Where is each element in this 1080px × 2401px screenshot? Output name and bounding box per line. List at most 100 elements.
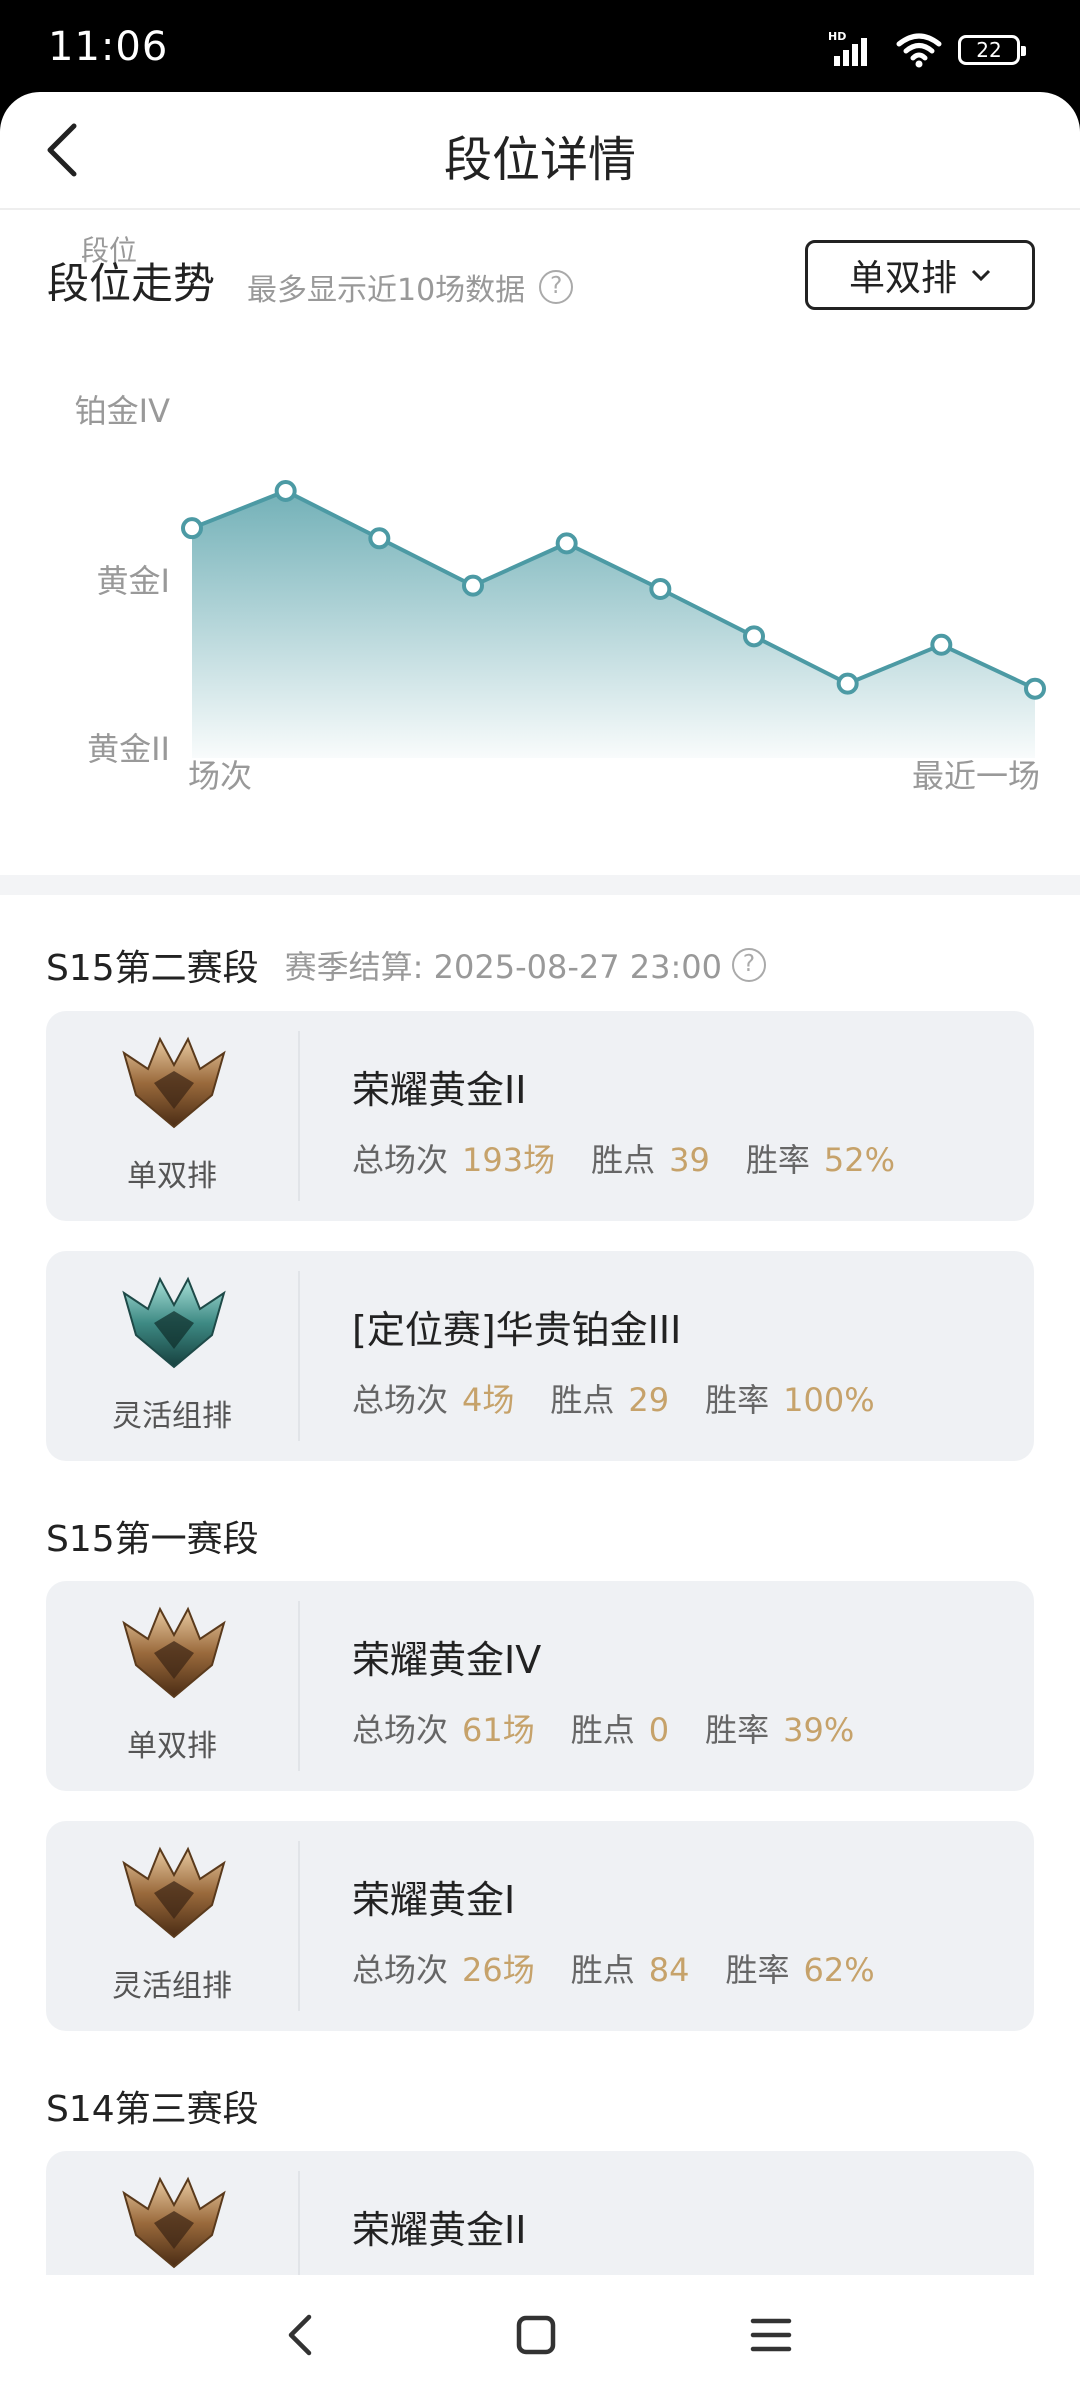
- rank-name: [定位赛]华贵铂金III: [352, 1308, 682, 1352]
- gold-emblem-icon: [122, 2176, 226, 2269]
- winrate-value: 39%: [783, 1711, 855, 1749]
- points-value: 84: [648, 1951, 690, 1989]
- trend-point-6[interactable]: [649, 578, 672, 600]
- rank-name: 荣耀黄金II: [352, 2208, 527, 2252]
- winrate-label: 胜率: [745, 1141, 810, 1179]
- games-label: 总场次: [352, 1381, 449, 1419]
- y-tick-label: 黄金II: [87, 730, 170, 768]
- trend-point-9[interactable]: [930, 633, 953, 656]
- trend-hint: 最多显示近10场数据 ?: [247, 265, 574, 309]
- gold-emblem-icon: [122, 1846, 226, 1939]
- trend-title: 段位走势: [47, 259, 216, 308]
- platinum-emblem-icon: [122, 1276, 226, 1369]
- points-label: 胜点: [570, 1951, 635, 1989]
- y-tick-label: 铂金IV: [75, 392, 170, 430]
- system-nav-bar: [0, 2275, 1080, 2401]
- points-label: 胜点: [570, 1711, 635, 1749]
- rank-stats: 总场次 61场 胜点 0 胜率 39%: [352, 1705, 854, 1751]
- rank-name: 荣耀黄金II: [352, 1068, 527, 1112]
- trend-point-2[interactable]: [274, 479, 297, 502]
- games-label: 总场次: [352, 1711, 449, 1749]
- points-value: 0: [648, 1711, 670, 1749]
- nav-menu-icon[interactable]: [741, 2305, 801, 2365]
- help-icon[interactable]: ?: [539, 270, 574, 304]
- rank-card[interactable]: 灵活组排 [定位赛]华贵铂金III 总场次 4场 胜点 29 胜率 100%: [46, 1251, 1034, 1461]
- season-title: S15第二赛段: [46, 948, 259, 989]
- rank-detail-page: 段位详情 段位 铂金IV 黄金I 黄金II 场次 最近一场 段位走势 最多显示近…: [0, 92, 1080, 2275]
- emblem-column: 单双排: [46, 1031, 300, 1201]
- season-header: S15第一赛段: [46, 1491, 1034, 1581]
- trend-point-5[interactable]: [555, 532, 578, 555]
- rank-stats: 总场次 193场 胜点 39 胜率 52%: [352, 1135, 895, 1181]
- queue-label: 灵活组排: [112, 1969, 232, 2004]
- help-icon[interactable]: ?: [732, 948, 766, 982]
- games-value: 26场: [462, 1951, 535, 1989]
- points-value: 39: [669, 1141, 710, 1179]
- y-tick-label: 黄金I: [97, 562, 170, 600]
- rank-card[interactable]: 单双排 荣耀黄金II 总场次 193场 胜点 39 胜率 52%: [46, 1011, 1034, 1221]
- queue-label: 单双排: [127, 1159, 217, 1194]
- season-title: S15第一赛段: [46, 1519, 259, 1560]
- queue-label: 单双排: [127, 1729, 217, 1764]
- games-value: 4场: [462, 1381, 515, 1419]
- emblem-column: 灵活组排: [46, 1271, 300, 1441]
- winrate-label: 胜率: [725, 1951, 790, 1989]
- queue-label: 灵活组排: [112, 1399, 232, 1434]
- status-bar: 11:06 HD 22: [0, 0, 1080, 92]
- rank-card[interactable]: 灵活组排 荣耀黄金I 总场次 26场 胜点 84 胜率 62%: [46, 1821, 1034, 2031]
- nav-home-icon[interactable]: [506, 2305, 566, 2365]
- gold-emblem-icon: [122, 1036, 226, 1129]
- trend-point-7[interactable]: [743, 625, 765, 648]
- signal-icon: HD: [828, 30, 880, 70]
- status-time: 11:06: [48, 24, 169, 70]
- rank-card[interactable]: 荣耀黄金II: [46, 2151, 1034, 2275]
- wifi-icon: [896, 33, 942, 68]
- rank-name: 荣耀黄金I: [352, 1878, 516, 1922]
- rank-card[interactable]: 单双排 荣耀黄金IV 总场次 61场 胜点 0 胜率 39%: [46, 1581, 1034, 1791]
- queue-mode-dropdown[interactable]: 单双排: [805, 240, 1035, 310]
- winrate-label: 胜率: [705, 1711, 770, 1749]
- points-label: 胜点: [550, 1381, 615, 1419]
- page-title: 段位详情: [443, 132, 636, 188]
- gold-emblem-icon: [122, 1606, 226, 1699]
- trend-point-4[interactable]: [462, 574, 484, 597]
- battery-icon: 22: [958, 35, 1026, 65]
- games-value: 193场: [462, 1141, 556, 1179]
- trend-point-10[interactable]: [1024, 677, 1046, 700]
- rank-stats: 总场次 26场 胜点 84 胜率 62%: [352, 1945, 875, 1991]
- season-header: S14第三赛段: [46, 2061, 1034, 2151]
- games-label: 总场次: [352, 1141, 449, 1179]
- x-axis-start-label: 场次: [188, 757, 252, 795]
- winrate-value: 100%: [783, 1381, 875, 1419]
- chevron-down-icon: [971, 269, 991, 282]
- points-value: 29: [628, 1381, 670, 1419]
- winrate-label: 胜率: [705, 1381, 770, 1419]
- x-axis-end-label: 最近一场: [912, 757, 1040, 795]
- app-header: 段位详情: [0, 92, 1080, 210]
- season-settle: 赛季结算: 2025-08-27 23:00 ?: [285, 942, 766, 988]
- emblem-column: [46, 2171, 300, 2275]
- queue-mode-label: 单双排: [848, 258, 957, 299]
- games-label: 总场次: [352, 1951, 449, 1989]
- nav-back-icon[interactable]: [271, 2305, 331, 2365]
- trend-hint-text: 最多显示近10场数据: [247, 273, 526, 308]
- rank-stats: 总场次 4场 胜点 29 胜率 100%: [352, 1375, 875, 1421]
- winrate-value: 52%: [823, 1141, 895, 1179]
- emblem-column: 单双排: [46, 1601, 300, 1771]
- games-value: 61场: [462, 1711, 535, 1749]
- season-header: S15第二赛段 赛季结算: 2025-08-27 23:00 ?: [46, 895, 1034, 1011]
- season-list: S15第二赛段 赛季结算: 2025-08-27 23:00 ? 单双排 荣耀黄…: [0, 895, 1080, 2275]
- season-title: S14第三赛段: [46, 2089, 259, 2130]
- trend-point-1[interactable]: [181, 517, 203, 540]
- rank-trend-section: 段位 铂金IV 黄金I 黄金II 场次 最近一场 段位走势 最多显示近10场数据…: [0, 210, 1080, 875]
- emblem-column: 灵活组排: [46, 1841, 300, 2011]
- section-divider: [0, 875, 1080, 895]
- trend-area: [192, 490, 1035, 758]
- winrate-value: 62%: [803, 1951, 875, 1989]
- trend-point-8[interactable]: [836, 672, 859, 695]
- status-icons: HD 22: [828, 30, 1026, 70]
- season-settle-text: 赛季结算: 2025-08-27 23:00: [284, 948, 722, 986]
- trend-point-3[interactable]: [368, 527, 391, 550]
- rank-name: 荣耀黄金IV: [352, 1638, 542, 1682]
- points-label: 胜点: [591, 1141, 656, 1179]
